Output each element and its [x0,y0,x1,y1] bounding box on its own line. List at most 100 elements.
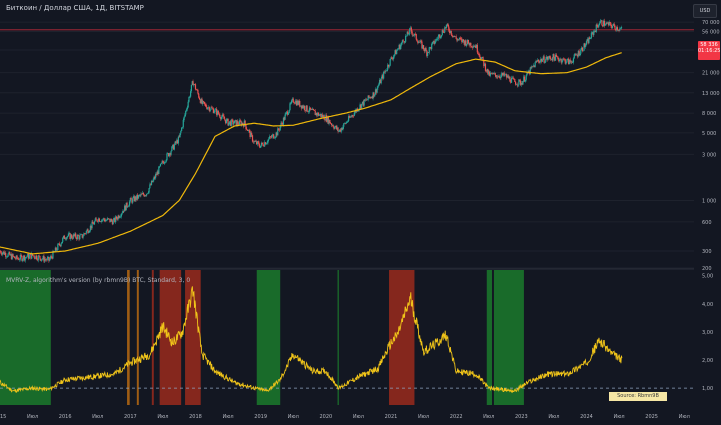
candle-body [251,132,253,136]
candle-body [274,136,276,138]
indicator-tick-label: 4,00 [702,302,713,308]
candle-body [102,219,104,221]
candle-body [49,258,51,261]
signal-zone [127,270,130,405]
signal-zone [159,270,182,405]
candle-body [451,34,453,36]
candle-body [26,256,28,258]
candle-body [242,122,244,125]
candle-body [558,59,561,62]
candle-body [205,104,207,107]
candle-body [89,230,91,233]
price-tick-label: 300 [702,249,712,255]
candle-body [188,96,190,102]
signal-zone [136,270,139,405]
x-tick-label: Июл [222,414,233,420]
candle-body [185,110,187,115]
candle-body [95,218,97,220]
candle-body [222,114,224,117]
candle-body [128,201,131,206]
x-tick-label: 2015 [0,414,6,420]
candle-body [165,159,167,162]
candle-body [265,143,267,145]
candle-body [220,116,223,120]
candle-body [159,166,161,167]
candle-body [186,107,188,110]
candle-body [476,44,478,53]
candle-body [557,56,559,60]
candle-body [611,25,614,28]
candle-body [596,24,598,27]
candle-body [572,62,574,64]
candle-body [127,206,129,208]
x-tick-label: 2016 [59,414,72,420]
candle-body [146,193,149,195]
x-tick-label: Июл [288,414,299,420]
candle-body [160,163,162,164]
candle-body [572,58,575,63]
candle-body [45,259,47,260]
candle-body [517,84,519,86]
candle-body [604,25,606,26]
candle-body [290,103,292,104]
candle-body [444,27,446,33]
candle-body [60,243,62,247]
candle-body [522,81,524,85]
candle-body [329,119,331,124]
currency-badge[interactable]: USD [693,4,717,18]
candle-body [409,28,411,35]
candle-body [284,114,286,120]
candle-body [352,115,354,116]
candle-body [396,50,398,55]
price-tag-countdown: 01:16:25 [698,48,721,54]
candle-body [431,42,434,44]
candle-body [33,255,35,258]
candle-body [55,247,57,251]
candle-body [470,42,472,47]
candle-body [565,62,567,64]
candle-body [233,123,235,125]
candle-body [106,220,108,221]
candle-body [620,27,623,29]
candle-body [268,138,270,140]
candle-body [532,66,534,67]
candle-body [288,110,290,113]
candle-body [543,56,545,63]
candle-body [75,233,77,238]
candle-body [525,75,527,80]
candle-body [571,61,573,63]
candle-body [39,255,41,259]
candle-body [332,124,334,128]
candle-body [400,42,403,45]
candle-body [217,110,219,114]
candle-body [24,257,26,261]
signal-zone [389,270,415,405]
candle-body [82,236,84,238]
candle-body [177,136,179,144]
candle-body [158,166,160,175]
candle-body [6,256,8,258]
candle-body [582,50,584,52]
candle-body [225,119,228,124]
candle-body [462,39,465,42]
candle-body [404,41,406,43]
candle-body [181,127,183,131]
x-tick-label: 2017 [124,414,137,420]
price-tick-label: 1 000 [702,198,716,204]
candle-body [616,27,619,31]
candle-body [152,179,154,183]
x-tick-label: 2024 [580,414,593,420]
x-tick-label: Июл [353,414,364,420]
price-tick-label: 13 000 [702,91,720,97]
candle-body [213,111,215,114]
x-tick-label: 2025 [645,414,658,420]
candle-body [79,235,81,240]
candle-body [203,101,205,102]
candle-body [142,192,144,195]
candle-body [380,78,382,84]
x-tick-label: 2023 [515,414,528,420]
candle-body [233,120,236,124]
candle-body [0,251,2,254]
candle-body [614,25,616,29]
candle-body [61,241,63,244]
